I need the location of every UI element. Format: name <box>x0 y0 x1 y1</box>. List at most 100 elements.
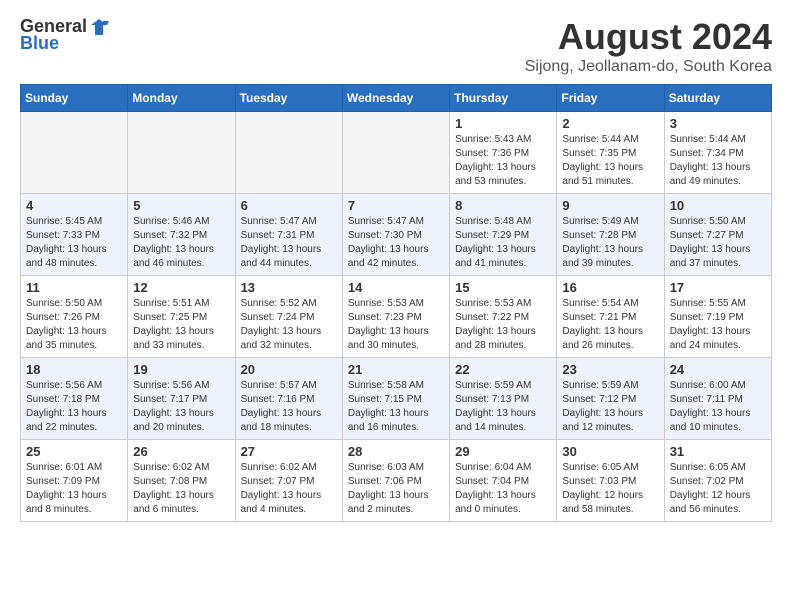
day-info: Sunrise: 5:46 AMSunset: 7:32 PMDaylight:… <box>133 215 229 271</box>
day-number: 2 <box>562 116 658 131</box>
day-info: Sunrise: 6:02 AMSunset: 7:08 PMDaylight:… <box>133 461 229 517</box>
day-number: 6 <box>241 198 337 213</box>
day-number: 11 <box>26 280 122 295</box>
calendar-cell-w2-d4: 7 Sunrise: 5:47 AMSunset: 7:30 PMDaylight… <box>342 194 449 276</box>
day-info: Sunrise: 5:45 AMSunset: 7:33 PMDaylight:… <box>26 215 122 271</box>
calendar-header-row: Sunday Monday Tuesday Wednesday Thursday… <box>21 85 772 112</box>
page-header: General Blue August 2024 Sijong, Jeollan… <box>20 16 772 76</box>
calendar-cell-w1-d7: 3Sunrise: 5:44 AMSunset: 7:34 PMDaylight… <box>664 112 771 194</box>
header-sunday: Sunday <box>21 85 128 112</box>
day-number: 30 <box>562 444 658 459</box>
day-number: 8 <box>455 198 551 213</box>
calendar-cell-w5-d1: 25Sunrise: 6:01 AMSunset: 7:09 PMDayligh… <box>21 440 128 522</box>
calendar-cell-w2-d5: 8 Sunrise: 5:48 AMSunset: 7:29 PMDaylight… <box>450 194 557 276</box>
calendar-cell-w1-d2 <box>128 112 235 194</box>
day-info: Sunrise: 5:59 AMSunset: 7:13 PMDaylight:… <box>455 379 551 435</box>
day-number: 27 <box>241 444 337 459</box>
logo[interactable]: General Blue <box>20 16 109 54</box>
day-number: 13 <box>241 280 337 295</box>
calendar-cell-w2-d1: 4 Sunrise: 5:45 AMSunset: 7:33 PMDaylight… <box>21 194 128 276</box>
calendar-subtitle: Sijong, Jeollanam-do, South Korea <box>525 58 772 76</box>
calendar-cell-w5-d4: 28 Sunrise: 6:03 AMSunset: 7:06 PMDayligh… <box>342 440 449 522</box>
header-tuesday: Tuesday <box>235 85 342 112</box>
calendar-cell-w4-d3: 20 Sunrise: 5:57 AMSunset: 7:16 PMDayligh… <box>235 358 342 440</box>
day-info: Sunrise: 5:53 AMSunset: 7:23 PMDaylight:… <box>348 297 444 353</box>
logo-bird-icon <box>89 17 109 37</box>
day-number: 23 <box>562 362 658 377</box>
day-info: Sunrise: 5:48 AMSunset: 7:29 PMDaylight:… <box>455 215 551 271</box>
calendar-cell-w5-d5: 29 Sunrise: 6:04 AMSunset: 7:04 PMDayligh… <box>450 440 557 522</box>
day-number: 20 <box>241 362 337 377</box>
header-thursday: Thursday <box>450 85 557 112</box>
header-wednesday: Wednesday <box>342 85 449 112</box>
calendar-cell-w3-d6: 16 Sunrise: 5:54 AMSunset: 7:21 PMDayligh… <box>557 276 664 358</box>
calendar-table: Sunday Monday Tuesday Wednesday Thursday… <box>20 84 772 522</box>
day-info: Sunrise: 6:04 AMSunset: 7:04 PMDaylight:… <box>455 461 551 517</box>
header-saturday: Saturday <box>664 85 771 112</box>
calendar-cell-w3-d1: 11 Sunrise: 5:50 AMSunset: 7:26 PMDayligh… <box>21 276 128 358</box>
day-number: 9 <box>562 198 658 213</box>
day-info: Sunrise: 5:57 AMSunset: 7:16 PMDaylight:… <box>241 379 337 435</box>
day-info: Sunrise: 6:03 AMSunset: 7:06 PMDaylight:… <box>348 461 444 517</box>
logo-blue-text: Blue <box>20 33 59 54</box>
calendar-week-4: 18 Sunrise: 5:56 AMSunset: 7:18 PMDayligh… <box>21 358 772 440</box>
day-info: Sunrise: 5:54 AMSunset: 7:21 PMDaylight:… <box>562 297 658 353</box>
calendar-week-1: 1 Sunrise: 5:43 AMSunset: 7:36 PMDaylight… <box>21 112 772 194</box>
day-info: Sunrise: 6:02 AMSunset: 7:07 PMDaylight:… <box>241 461 337 517</box>
calendar-cell-w4-d2: 19Sunrise: 5:56 AMSunset: 7:17 PMDayligh… <box>128 358 235 440</box>
day-number: 28 <box>348 444 444 459</box>
day-number: 15 <box>455 280 551 295</box>
calendar-cell-w3-d4: 14 Sunrise: 5:53 AMSunset: 7:23 PMDayligh… <box>342 276 449 358</box>
day-info: Sunrise: 5:59 AMSunset: 7:12 PMDaylight:… <box>562 379 658 435</box>
day-number: 29 <box>455 444 551 459</box>
day-number: 17 <box>670 280 766 295</box>
day-number: 3 <box>670 116 766 131</box>
day-info: Sunrise: 5:50 AMSunset: 7:26 PMDaylight:… <box>26 297 122 353</box>
day-info: Sunrise: 6:00 AMSunset: 7:11 PMDaylight:… <box>670 379 766 435</box>
day-number: 7 <box>348 198 444 213</box>
day-number: 26 <box>133 444 229 459</box>
day-number: 25 <box>26 444 122 459</box>
day-info: Sunrise: 5:55 AMSunset: 7:19 PMDaylight:… <box>670 297 766 353</box>
day-number: 16 <box>562 280 658 295</box>
header-friday: Friday <box>557 85 664 112</box>
day-number: 4 <box>26 198 122 213</box>
calendar-cell-w4-d7: 24 Sunrise: 6:00 AMSunset: 7:11 PMDayligh… <box>664 358 771 440</box>
day-number: 5 <box>133 198 229 213</box>
calendar-cell-w4-d5: 22 Sunrise: 5:59 AMSunset: 7:13 PMDayligh… <box>450 358 557 440</box>
calendar-cell-w1-d4 <box>342 112 449 194</box>
calendar-cell-w1-d3 <box>235 112 342 194</box>
day-number: 12 <box>133 280 229 295</box>
calendar-cell-w3-d7: 17 Sunrise: 5:55 AMSunset: 7:19 PMDayligh… <box>664 276 771 358</box>
day-info: Sunrise: 5:43 AMSunset: 7:36 PMDaylight:… <box>455 133 551 189</box>
day-info: Sunrise: 5:44 AMSunset: 7:35 PMDaylight:… <box>562 133 658 189</box>
calendar-cell-w3-d2: 12Sunrise: 5:51 AMSunset: 7:25 PMDayligh… <box>128 276 235 358</box>
calendar-title: August 2024 <box>525 16 772 58</box>
day-info: Sunrise: 5:49 AMSunset: 7:28 PMDaylight:… <box>562 215 658 271</box>
day-info: Sunrise: 5:58 AMSunset: 7:15 PMDaylight:… <box>348 379 444 435</box>
day-info: Sunrise: 6:05 AMSunset: 7:02 PMDaylight:… <box>670 461 766 517</box>
day-number: 1 <box>455 116 551 131</box>
calendar-week-5: 25Sunrise: 6:01 AMSunset: 7:09 PMDayligh… <box>21 440 772 522</box>
day-info: Sunrise: 5:56 AMSunset: 7:17 PMDaylight:… <box>133 379 229 435</box>
calendar-week-2: 4 Sunrise: 5:45 AMSunset: 7:33 PMDaylight… <box>21 194 772 276</box>
calendar-cell-w1-d5: 1 Sunrise: 5:43 AMSunset: 7:36 PMDaylight… <box>450 112 557 194</box>
day-number: 22 <box>455 362 551 377</box>
title-block: August 2024 Sijong, Jeollanam-do, South … <box>525 16 772 76</box>
day-info: Sunrise: 5:56 AMSunset: 7:18 PMDaylight:… <box>26 379 122 435</box>
calendar-cell-w5-d2: 26 Sunrise: 6:02 AMSunset: 7:08 PMDayligh… <box>128 440 235 522</box>
calendar-cell-w1-d1 <box>21 112 128 194</box>
calendar-cell-w2-d3: 6 Sunrise: 5:47 AMSunset: 7:31 PMDaylight… <box>235 194 342 276</box>
day-info: Sunrise: 6:05 AMSunset: 7:03 PMDaylight:… <box>562 461 658 517</box>
day-number: 31 <box>670 444 766 459</box>
day-number: 24 <box>670 362 766 377</box>
calendar-cell-w4-d4: 21Sunrise: 5:58 AMSunset: 7:15 PMDayligh… <box>342 358 449 440</box>
day-number: 10 <box>670 198 766 213</box>
day-info: Sunrise: 5:47 AMSunset: 7:30 PMDaylight:… <box>348 215 444 271</box>
day-info: Sunrise: 5:47 AMSunset: 7:31 PMDaylight:… <box>241 215 337 271</box>
day-number: 14 <box>348 280 444 295</box>
day-info: Sunrise: 5:50 AMSunset: 7:27 PMDaylight:… <box>670 215 766 271</box>
day-number: 18 <box>26 362 122 377</box>
calendar-cell-w3-d3: 13Sunrise: 5:52 AMSunset: 7:24 PMDayligh… <box>235 276 342 358</box>
header-monday: Monday <box>128 85 235 112</box>
